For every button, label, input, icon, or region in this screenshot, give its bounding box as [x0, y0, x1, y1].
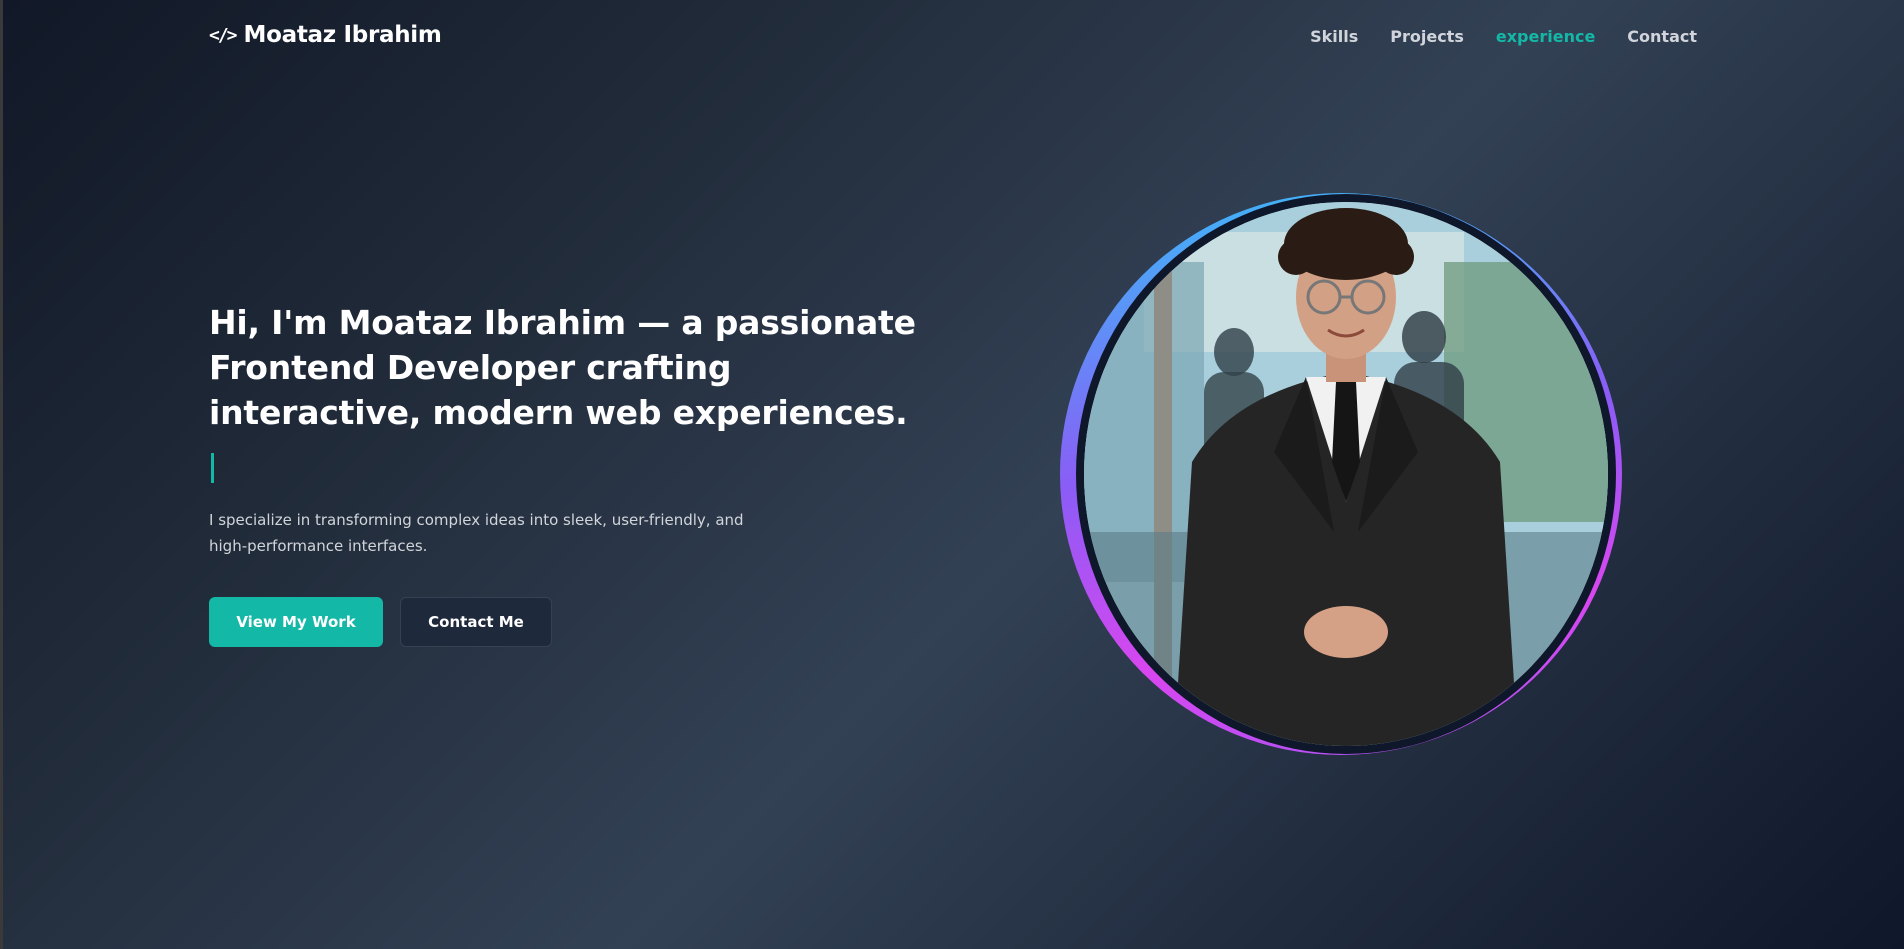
hero-buttons: View My Work Contact Me — [209, 597, 929, 647]
hero-section: Hi, I'm Moataz Ibrahim — a passionate Fr… — [209, 300, 929, 647]
nav-link-experience[interactable]: experience — [1496, 27, 1595, 46]
portrait-container — [1060, 193, 1622, 755]
site-header: </> Moataz Ibrahim Skills Projects exper… — [0, 0, 1904, 76]
person-photo-icon — [1084, 202, 1608, 746]
contact-me-button[interactable]: Contact Me — [400, 597, 552, 647]
typing-cursor — [211, 453, 214, 483]
main-nav: Skills Projects experience Contact — [1310, 27, 1697, 46]
window-edge — [0, 0, 3, 949]
brand-logo[interactable]: </> Moataz Ibrahim — [209, 22, 442, 48]
nav-link-contact[interactable]: Contact — [1627, 27, 1697, 46]
hero-headline: Hi, I'm Moataz Ibrahim — a passionate Fr… — [209, 303, 916, 432]
hero-description: I specialize in transforming complex ide… — [209, 511, 744, 555]
nav-link-skills[interactable]: Skills — [1310, 27, 1358, 46]
view-my-work-button[interactable]: View My Work — [209, 597, 383, 647]
nav-link-projects[interactable]: Projects — [1390, 27, 1464, 46]
code-icon: </> — [209, 24, 237, 46]
brand-name: Moataz Ibrahim — [243, 22, 442, 48]
profile-photo — [1084, 202, 1608, 746]
